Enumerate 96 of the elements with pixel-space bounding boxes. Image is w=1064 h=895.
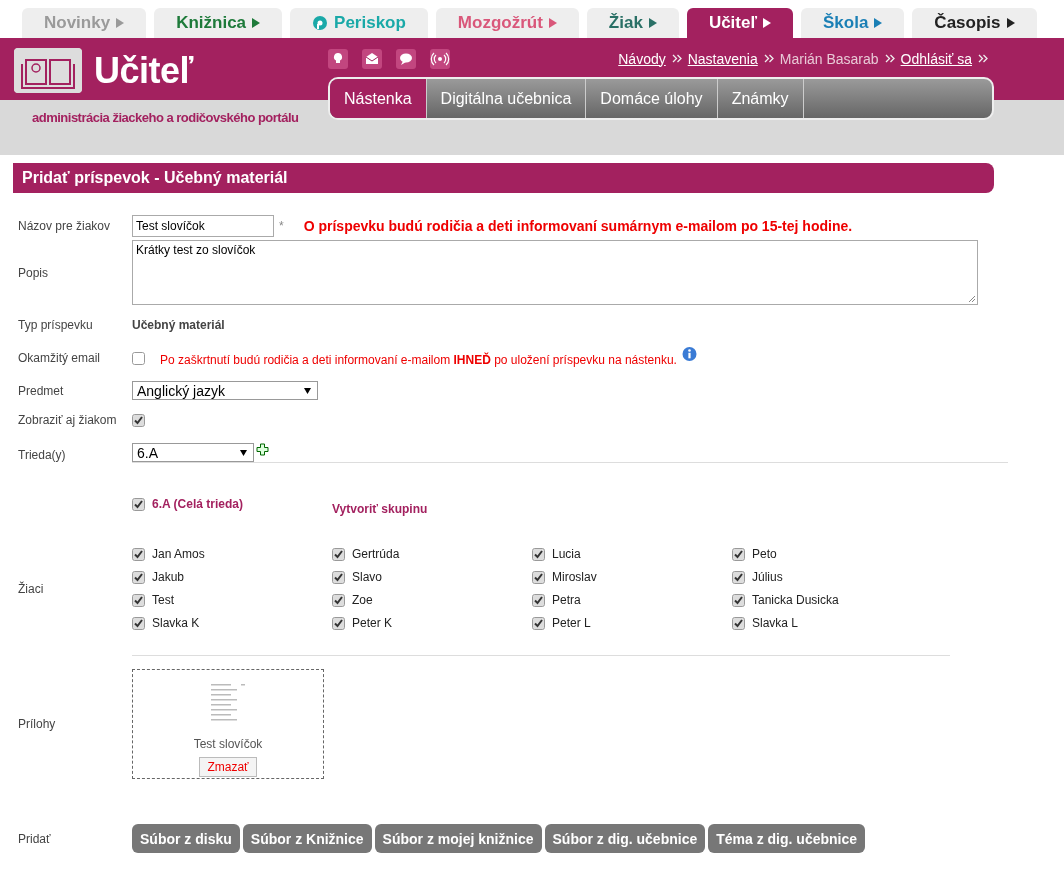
student-name: Zoe [352, 593, 373, 607]
chevrons-icon [978, 54, 988, 63]
student-name: Slavka L [752, 616, 799, 630]
lightbulb-icon[interactable] [328, 48, 348, 69]
checkbox[interactable] [532, 547, 545, 561]
checkbox[interactable] [532, 616, 545, 630]
top-tab[interactable]: Mozgožrút [435, 8, 579, 38]
nav-tab[interactable]: Digitálna učebnica [426, 79, 587, 118]
field-label: Žiaci [18, 581, 45, 596]
checkbox[interactable] [132, 547, 145, 561]
attachment-name: Test slovíčok [193, 737, 263, 751]
checkbox[interactable] [532, 570, 545, 584]
field-label: Popis [18, 265, 50, 280]
add-source-button[interactable]: Súbor z dig. učebnice [544, 824, 706, 853]
top-tab[interactable]: Žiak [586, 8, 679, 38]
top-tab[interactable]: Periskop [290, 8, 428, 38]
student-name: Július [752, 570, 783, 584]
chevrons-icon [884, 54, 895, 63]
student-name: Lucia [552, 547, 581, 561]
delete-button[interactable]: Zmazať [199, 757, 257, 777]
student-name: Peter K [352, 616, 393, 630]
field-label: Názov pre žiakov [18, 219, 112, 233]
top-tab[interactable]: Časopis [912, 8, 1037, 38]
nav-tab[interactable]: Domáce úlohy [586, 79, 718, 118]
checkbox[interactable] [332, 593, 345, 607]
caret-icon [304, 387, 311, 394]
add-source-button[interactable]: Súbor z mojej knižnice [374, 824, 542, 853]
checkbox[interactable] [532, 593, 545, 607]
email-note: Po zaškrtnutí budú rodičia a deti informovaní e-mailom IHNEĎ po uložení príspevku na nástenku. [160, 353, 677, 367]
checkbox[interactable] [732, 593, 745, 607]
checkbox[interactable] [132, 616, 145, 630]
periskop-logo-icon [312, 15, 329, 31]
caret-icon [240, 449, 247, 456]
student-name: Peto [752, 547, 777, 561]
student-name: Test [152, 593, 174, 607]
checkbox[interactable] [732, 616, 745, 630]
text-area[interactable]: Krátky test zo slovíčok [132, 240, 978, 305]
nav-tab[interactable]: Známky [717, 79, 804, 118]
student-name: Slavka K [152, 616, 200, 630]
envelope-icon[interactable] [362, 48, 382, 69]
header-link[interactable]: Odhlásiť sa [900, 50, 972, 67]
required-mark: * [279, 219, 284, 233]
checkbox[interactable] [132, 570, 145, 584]
checkbox-label: 6.A (Celá trieda) [152, 497, 243, 511]
field-label: Typ príspevku [18, 318, 94, 332]
checkbox[interactable] [132, 413, 145, 427]
student-name: Gertrúda [352, 547, 400, 561]
student-name: Tanicka Dusicka [752, 593, 839, 607]
book-logo-icon [14, 48, 82, 93]
chevrons-icon [763, 54, 774, 63]
field-value: Učebný materiál [132, 318, 225, 332]
student-name: Slavo [352, 570, 383, 584]
class-select[interactable]: 6.A [132, 443, 254, 462]
resize-grip-icon[interactable] [968, 295, 976, 303]
section-title-bar: Pridať príspevok - Učebný materiál [13, 163, 994, 193]
add-source-button[interactable]: Súbor z Knižnice [242, 824, 372, 853]
student-name: Jakub [152, 570, 185, 584]
checkbox[interactable] [332, 547, 345, 561]
subject-select[interactable]: Anglický jazyk [132, 381, 318, 400]
header-link[interactable]: Návody [618, 50, 666, 67]
checkbox[interactable] [132, 497, 145, 511]
student-name: Jan Amos [152, 547, 205, 561]
top-tab[interactable]: Novinky [22, 8, 147, 38]
app-subtitle: administrácia žiackeho a rodičovského portálu [32, 110, 299, 125]
field-label: Pridať [18, 831, 52, 846]
top-tab[interactable]: Škola [801, 8, 905, 38]
app-title: Učiteľ [94, 49, 193, 92]
checkbox[interactable] [732, 547, 745, 561]
student-name: Miroslav [552, 570, 597, 584]
field-label: Zobraziť aj žiakom [18, 413, 118, 427]
top-tab[interactable]: Knižnica [154, 8, 283, 38]
add-icon[interactable] [256, 443, 269, 456]
checkbox[interactable] [132, 351, 145, 365]
student-name: Petra [552, 593, 581, 607]
top-tab[interactable]: Učiteľ [686, 8, 793, 38]
info-icon[interactable] [680, 345, 698, 363]
notice-text: O príspevku budú rodičia a deti informovaní sumárnym e-mailom po 15-tej hodine. [303, 218, 853, 234]
header-link[interactable]: Nastavenia [687, 50, 758, 67]
input-field[interactable]: Test slovíčok [132, 215, 274, 237]
checkbox[interactable] [732, 570, 745, 584]
add-source-button[interactable]: Téma z dig. učebnice [708, 824, 866, 853]
checkbox[interactable] [332, 616, 345, 630]
broadcast-icon[interactable] [430, 48, 450, 69]
field-label: Okamžitý email [18, 351, 101, 365]
chat-icon[interactable] [396, 48, 416, 69]
checkbox[interactable] [332, 570, 345, 584]
field-label: Trieda(y) [18, 448, 67, 462]
checkbox[interactable] [132, 593, 145, 607]
field-label: Prílohy [18, 717, 57, 731]
create-group-link[interactable]: Vytvoriť skupinu [332, 502, 428, 516]
chevrons-icon [671, 54, 682, 63]
nav-tab[interactable]: Nástenka [330, 79, 427, 118]
add-source-button[interactable]: Súbor z disku [132, 824, 240, 853]
user-name: Marián Basarab [779, 50, 879, 67]
student-name: Peter L [552, 616, 591, 630]
field-label: Predmet [18, 383, 65, 398]
